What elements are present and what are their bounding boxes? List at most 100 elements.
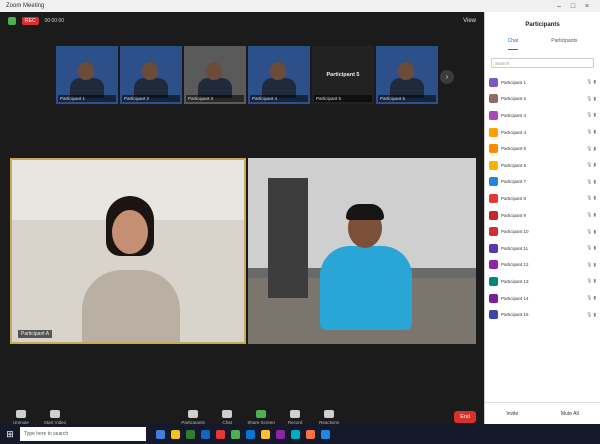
avatar <box>489 243 498 253</box>
taskbar-app-icon[interactable] <box>231 429 240 439</box>
avatar <box>489 293 498 303</box>
avatar <box>489 310 498 320</box>
taskbar-app-icon[interactable] <box>186 429 195 439</box>
taskbar-search-input[interactable]: Type here to search <box>20 427 146 441</box>
avatar <box>489 110 498 120</box>
recording-badge: REC <box>22 17 39 25</box>
maximize-icon[interactable]: □ <box>566 3 580 10</box>
taskbar-app-icon[interactable] <box>276 429 285 439</box>
participant-name: Participant 3 <box>501 112 527 118</box>
participant-row[interactable]: Participant 11 🎙 ▮ <box>489 240 596 257</box>
taskbar-app-icon[interactable] <box>261 429 270 439</box>
meeting-top-bar: REC 00:00:00 View <box>0 12 484 30</box>
participant-thumb[interactable]: Participant 4 <box>248 46 310 104</box>
participant-row[interactable]: Participant 10 🎙 ▮ <box>489 223 596 240</box>
mic-camera-icons: 🎙 ▮ <box>586 212 596 218</box>
participant-row[interactable]: Participant 2 🎙 ▮ <box>489 91 596 108</box>
participant-row[interactable]: Participant 4 🎙 ▮ <box>489 124 596 141</box>
chat-icon <box>222 409 233 418</box>
window-title: Zoom Meeting <box>6 3 45 9</box>
avatar <box>489 127 498 137</box>
mute-all-button[interactable]: Mute All <box>561 411 579 417</box>
mic-camera-icons: 🎙 ▮ <box>586 162 596 168</box>
end-meeting-button[interactable]: End <box>454 411 476 423</box>
participant-row[interactable]: Participant 13 🎙 ▮ <box>489 273 596 290</box>
participant-name: Participant 4 <box>501 129 527 135</box>
share-screen-icon <box>256 409 267 418</box>
participant-search-input[interactable]: Search <box>491 58 594 68</box>
chat-button[interactable]: Chat <box>214 409 240 425</box>
participant-row[interactable]: Participant 6 🎙 ▮ <box>489 157 596 174</box>
participant-row[interactable]: Participant 5 🎙 ▮ <box>489 140 596 157</box>
participant-row[interactable]: Participant 9 🎙 ▮ <box>489 207 596 224</box>
participant-name: Participant 6 <box>501 162 527 168</box>
mic-camera-icons: 🎙 ▮ <box>586 79 596 85</box>
avatar <box>489 77 498 87</box>
panel-tabs: Chat Participants <box>485 38 600 50</box>
taskbar-app-icon[interactable] <box>201 429 210 439</box>
participant-name: Participant 2 <box>501 96 527 102</box>
avatar <box>489 94 498 104</box>
taskbar-app-icon[interactable] <box>171 429 180 439</box>
reactions-button[interactable]: Reactions <box>316 409 342 425</box>
active-video-right[interactable] <box>248 158 476 344</box>
taskbar-app-icon[interactable] <box>246 429 255 439</box>
mic-camera-icons: 🎙 ▮ <box>586 278 596 284</box>
participant-thumb[interactable]: Participant 2 <box>120 46 182 104</box>
participant-thumb[interactable]: Participant 5 Participant 5 <box>312 46 374 104</box>
avatar <box>489 210 498 220</box>
camera-icon <box>50 409 60 418</box>
participant-name: Participant 14 <box>501 295 529 301</box>
taskbar-app-icon[interactable] <box>156 429 165 439</box>
participant-thumb[interactable]: Participant 3 <box>184 46 246 104</box>
mic-camera-icons: 🎙 ▮ <box>586 245 596 251</box>
close-icon[interactable]: × <box>580 3 594 10</box>
participant-row[interactable]: Participant 3 🎙 ▮ <box>489 107 596 124</box>
thumb-label: Participant 5 <box>314 95 372 102</box>
panel-title: Participants <box>525 22 560 28</box>
participants-button[interactable]: Participants <box>180 409 206 425</box>
participant-name: Participant 10 <box>501 229 529 235</box>
record-button[interactable]: Record <box>282 409 308 425</box>
taskbar-app-icon[interactable] <box>216 429 225 439</box>
participant-row[interactable]: Participant 1 🎙 ▮ <box>489 74 596 91</box>
taskbar-app-icon[interactable] <box>321 429 330 439</box>
participant-name: Participant 8 <box>501 195 527 201</box>
panel-footer: Invite Mute All <box>485 402 600 424</box>
tab-participants[interactable]: Participants <box>551 38 577 50</box>
participant-thumb[interactable]: Participant 1 <box>56 46 118 104</box>
participant-row[interactable]: Participant 12 🎙 ▮ <box>489 257 596 274</box>
share-screen-button[interactable]: Share Screen <box>247 409 275 425</box>
windows-start-icon[interactable]: ⊞ <box>4 428 16 440</box>
start-video-button[interactable]: Start Video <box>42 409 68 425</box>
invite-button[interactable]: Invite <box>506 411 518 417</box>
participants-panel: Participants Chat Participants Search Pa… <box>484 12 600 424</box>
participant-row[interactable]: Participant 7 🎙 ▮ <box>489 174 596 191</box>
taskbar-app-icon[interactable] <box>291 429 300 439</box>
participant-thumb[interactable]: Participant 6 <box>376 46 438 104</box>
participant-row[interactable]: Participant 8 🎙 ▮ <box>489 190 596 207</box>
participant-strip: Participant 1 Participant 2 Participant … <box>56 46 448 104</box>
participant-name: Participant 11 <box>501 245 529 251</box>
chevron-right-icon[interactable]: › <box>440 70 454 84</box>
taskbar-apps <box>156 429 330 439</box>
avatar <box>489 144 498 154</box>
unmute-button[interactable]: Unmute <box>8 409 34 425</box>
avatar <box>489 227 498 237</box>
minimize-icon[interactable]: – <box>552 3 566 10</box>
taskbar-app-icon[interactable] <box>306 429 315 439</box>
avatar <box>489 177 498 187</box>
windows-taskbar: ⊞ Type here to search <box>0 424 600 444</box>
security-shield-icon[interactable] <box>8 17 16 25</box>
active-video-left[interactable]: Participant A <box>10 158 246 344</box>
microphone-icon <box>16 409 26 418</box>
participant-row[interactable]: Participant 14 🎙 ▮ <box>489 290 596 307</box>
view-button[interactable]: View <box>463 18 476 24</box>
participant-name: Participant 5 <box>501 146 527 152</box>
participant-row[interactable]: Participant 15 🎙 ▮ <box>489 306 596 323</box>
participant-name: Participant 12 <box>501 262 529 268</box>
mic-camera-icons: 🎙 ▮ <box>586 95 596 101</box>
tab-chat[interactable]: Chat <box>507 38 519 50</box>
thumb-label: Participant 6 <box>378 95 436 102</box>
window-titlebar: Zoom Meeting – □ × <box>0 0 600 12</box>
